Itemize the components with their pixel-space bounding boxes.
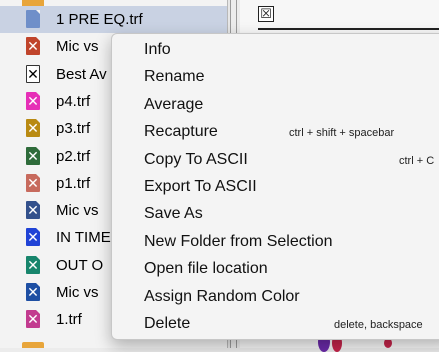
file-name: OUT O [56, 257, 104, 274]
menu-item-shortcut: ctrl + shift + spacebar [289, 127, 395, 140]
x-file-icon: ✕ [26, 147, 40, 165]
document-icon [26, 10, 40, 28]
x-file-icon: ✕ [26, 37, 40, 55]
menu-item-label: Export To ASCII [144, 178, 257, 195]
context-menu: Info Rename Average Recapture ctrl + shift +… [111, 33, 439, 340]
x-file-icon: ✕ [26, 65, 40, 83]
x-file-icon: ✕ [26, 201, 40, 219]
menu-item-new-folder-from-selection[interactable]: New Folder from Selection [112, 230, 439, 256]
menu-item-label: Recapture [144, 123, 218, 141]
file-name: p4.trf [56, 93, 91, 110]
menu-item-shortcut: delete, backspace [334, 319, 423, 331]
menu-item-copy-to-ascii[interactable]: Copy To ASCII ctrl + C [112, 148, 439, 174]
file-name: Mic vs [56, 38, 99, 55]
folder-icon [22, 342, 44, 348]
menu-item-delete[interactable]: Delete delete, backspace [112, 312, 439, 338]
file-name: Mic vs [56, 202, 99, 219]
file-name: p1.trf [56, 175, 91, 192]
file-name: 1 PRE EQ.trf [56, 11, 143, 28]
x-file-icon: ✕ [26, 256, 40, 274]
menu-item-export-to-ascii[interactable]: Export To ASCII [112, 175, 439, 201]
menu-item-label: Info [144, 41, 171, 58]
file-name: p3.trf [56, 120, 91, 137]
menu-item-open-file-location[interactable]: Open file location [112, 257, 439, 283]
x-file-icon: ✕ [26, 310, 40, 328]
file-name: Best Av [56, 66, 107, 83]
menu-item-label: Copy To ASCII [144, 150, 248, 168]
file-list-item[interactable]: 1 PRE EQ.trf [0, 6, 227, 33]
menu-item-label: Save As [144, 205, 203, 223]
menu-item-label: Assign Random Color [144, 287, 300, 305]
menu-item-recapture[interactable]: Recapture ctrl + shift + spacebar [112, 120, 439, 146]
menu-item-label: Rename [144, 68, 205, 86]
menu-item-average[interactable]: Average [112, 93, 439, 119]
file-name: 1.trf [56, 311, 82, 328]
x-file-icon: ✕ [26, 228, 40, 246]
menu-item-info[interactable]: Info [112, 38, 439, 64]
menu-item-label: Open file location [144, 260, 268, 278]
file-name: IN TIME [56, 229, 111, 246]
menu-item-shortcut: ctrl + C [399, 154, 435, 167]
close-box-icon[interactable]: ☒ [258, 6, 274, 22]
file-name: p2.trf [56, 148, 91, 165]
menu-item-save-as[interactable]: Save As [112, 202, 439, 228]
x-file-icon: ✕ [26, 119, 40, 137]
x-file-icon: ✕ [26, 92, 40, 110]
menu-item-label: Average [144, 95, 204, 113]
pane-top-rule [258, 28, 439, 30]
x-file-icon: ✕ [26, 174, 40, 192]
menu-item-assign-random-color[interactable]: Assign Random Color [112, 285, 439, 311]
menu-item-label: Delete [144, 315, 191, 332]
file-name: Mic vs [56, 284, 99, 301]
menu-item-label: New Folder from Selection [144, 232, 333, 250]
menu-item-rename[interactable]: Rename [112, 65, 439, 91]
x-file-icon: ✕ [26, 283, 40, 301]
